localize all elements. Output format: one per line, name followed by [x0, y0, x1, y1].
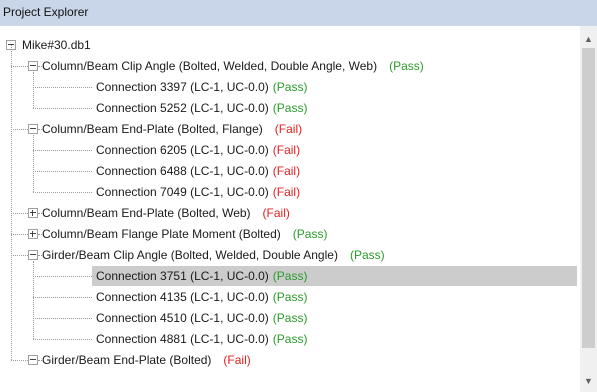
status-badge: (Pass) [389, 59, 424, 73]
scroll-thumb[interactable] [582, 48, 595, 348]
tree-connection-row[interactable]: Connection 5252 (LC-1, UC-0.0) (Pass) [92, 98, 577, 118]
tree-group-row[interactable]: Column/Beam Clip Angle (Bolted, Welded, … [0, 56, 580, 76]
tree-connector [33, 339, 92, 340]
connection-label: Connection 3397 (LC-1, UC-0.0) (Pass) [96, 80, 308, 94]
tree-connection-row[interactable]: Connection 3751 (LC-1, UC-0.0) (Pass) [92, 266, 577, 286]
status-badge: (Fail) [272, 185, 301, 199]
tree-connector [38, 66, 42, 67]
status-badge: (Pass) [349, 248, 385, 262]
tree-connection-row[interactable]: Connection 7049 (LC-1, UC-0.0) (Fail) [92, 182, 577, 202]
connection-label: Connection 4135 (LC-1, UC-0.0) (Pass) [96, 290, 308, 304]
tree-connector [38, 234, 42, 235]
tree-connection-row[interactable]: Connection 6488 (LC-1, UC-0.0) (Fail) [92, 161, 577, 181]
status-badge: (Pass) [292, 227, 328, 241]
status-badge: (Pass) [272, 80, 308, 94]
connection-label: Connection 4881 (LC-1, UC-0.0) (Pass) [96, 332, 308, 346]
connection-label: Connection 7049 (LC-1, UC-0.0) (Fail) [96, 185, 301, 199]
tree-connection-row[interactable]: Connection 6205 (LC-1, UC-0.0) (Fail) [92, 140, 577, 160]
status-badge: (Fail) [262, 206, 290, 220]
tree-group-label: Column/Beam End-Plate (Bolted, Flange) (F… [42, 122, 303, 136]
tree-connector [11, 66, 28, 67]
tree-connection-row[interactable]: Connection 3397 (LC-1, UC-0.0) (Pass) [92, 77, 577, 97]
tree-connector [33, 297, 92, 298]
tree-connector [33, 150, 92, 151]
connection-label: Connection 3751 (LC-1, UC-0.0) (Pass) [96, 269, 308, 283]
tree-group-label: Column/Beam Flange Plate Moment (Bolted)… [42, 227, 328, 241]
tree-connector [38, 360, 42, 361]
tree-connector [38, 213, 42, 214]
tree-connector [33, 171, 92, 172]
tree-connector [11, 129, 28, 130]
tree-group-label: Girder/Beam End-Plate (Bolted) (Fail) [42, 353, 251, 367]
tree-connector [33, 276, 92, 277]
tree-group-row[interactable]: Girder/Beam Clip Angle (Bolted, Welded, … [0, 245, 580, 265]
tree-connector [38, 129, 42, 130]
tree-group-row[interactable]: Girder/Beam End-Plate (Bolted) (Fail) [0, 350, 580, 370]
collapse-icon[interactable] [28, 61, 38, 71]
connection-label: Connection 6488 (LC-1, UC-0.0) (Fail) [96, 164, 301, 178]
tree-connector [38, 255, 42, 256]
status-badge: (Pass) [272, 311, 308, 325]
panel-title: Project Explorer [0, 0, 597, 26]
tree-connector [11, 45, 12, 360]
tree-connection-row[interactable]: Connection 4510 (LC-1, UC-0.0) (Pass) [92, 308, 577, 328]
tree-root-label: Mike#30.db1 [22, 38, 91, 52]
scroll-up-icon[interactable]: ▲ [580, 32, 597, 46]
tree-connector [33, 318, 92, 319]
connection-label: Connection 4510 (LC-1, UC-0.0) (Pass) [96, 311, 308, 325]
tree-group-row[interactable]: Column/Beam End-Plate (Bolted, Web) (Fail… [0, 203, 580, 223]
status-badge: (Pass) [272, 101, 308, 115]
status-badge: (Fail) [272, 164, 301, 178]
tree-connector [33, 135, 34, 192]
tree-root[interactable]: Mike#30.db1 [0, 35, 580, 55]
tree-connector [11, 360, 28, 361]
tree-group-label: Girder/Beam Clip Angle (Bolted, Welded, … [42, 248, 385, 262]
expand-icon[interactable] [28, 208, 38, 218]
tree-group-row[interactable]: Column/Beam Flange Plate Moment (Bolted)… [0, 224, 580, 244]
tree-connector [33, 108, 92, 109]
status-badge: (Pass) [272, 290, 308, 304]
tree-connector [33, 87, 92, 88]
tree-connection-row[interactable]: Connection 4881 (LC-1, UC-0.0) (Pass) [92, 329, 577, 349]
connection-label: Connection 6205 (LC-1, UC-0.0) (Fail) [96, 143, 301, 157]
collapse-icon[interactable] [28, 250, 38, 260]
tree-connector [11, 255, 28, 256]
status-badge: (Fail) [223, 353, 251, 367]
tree-connector [33, 261, 34, 339]
tree-connector [11, 234, 28, 235]
project-tree[interactable]: Mike#30.db1 Column/Beam Clip Angle (Bolt… [0, 26, 580, 392]
connection-label: Connection 5252 (LC-1, UC-0.0) (Pass) [96, 101, 308, 115]
expand-icon[interactable] [28, 229, 38, 239]
scroll-down-icon[interactable]: ▼ [580, 374, 597, 388]
vertical-scrollbar[interactable]: ▲ ▼ [580, 26, 597, 392]
tree-connector [11, 213, 28, 214]
tree-group-label: Column/Beam End-Plate (Bolted, Web) (Fail… [42, 206, 290, 220]
collapse-icon[interactable] [28, 355, 38, 365]
tree-connector [33, 72, 34, 108]
tree-connection-row[interactable]: Connection 4135 (LC-1, UC-0.0) (Pass) [92, 287, 577, 307]
status-badge: (Fail) [274, 122, 303, 136]
status-badge: (Fail) [272, 143, 301, 157]
status-badge: (Pass) [272, 269, 308, 283]
collapse-icon[interactable] [28, 124, 38, 134]
tree-connector [33, 192, 92, 193]
tree-group-row[interactable]: Column/Beam End-Plate (Bolted, Flange) (F… [0, 119, 580, 139]
status-badge: (Pass) [272, 332, 308, 346]
tree-group-label: Column/Beam Clip Angle (Bolted, Welded, … [42, 59, 424, 73]
